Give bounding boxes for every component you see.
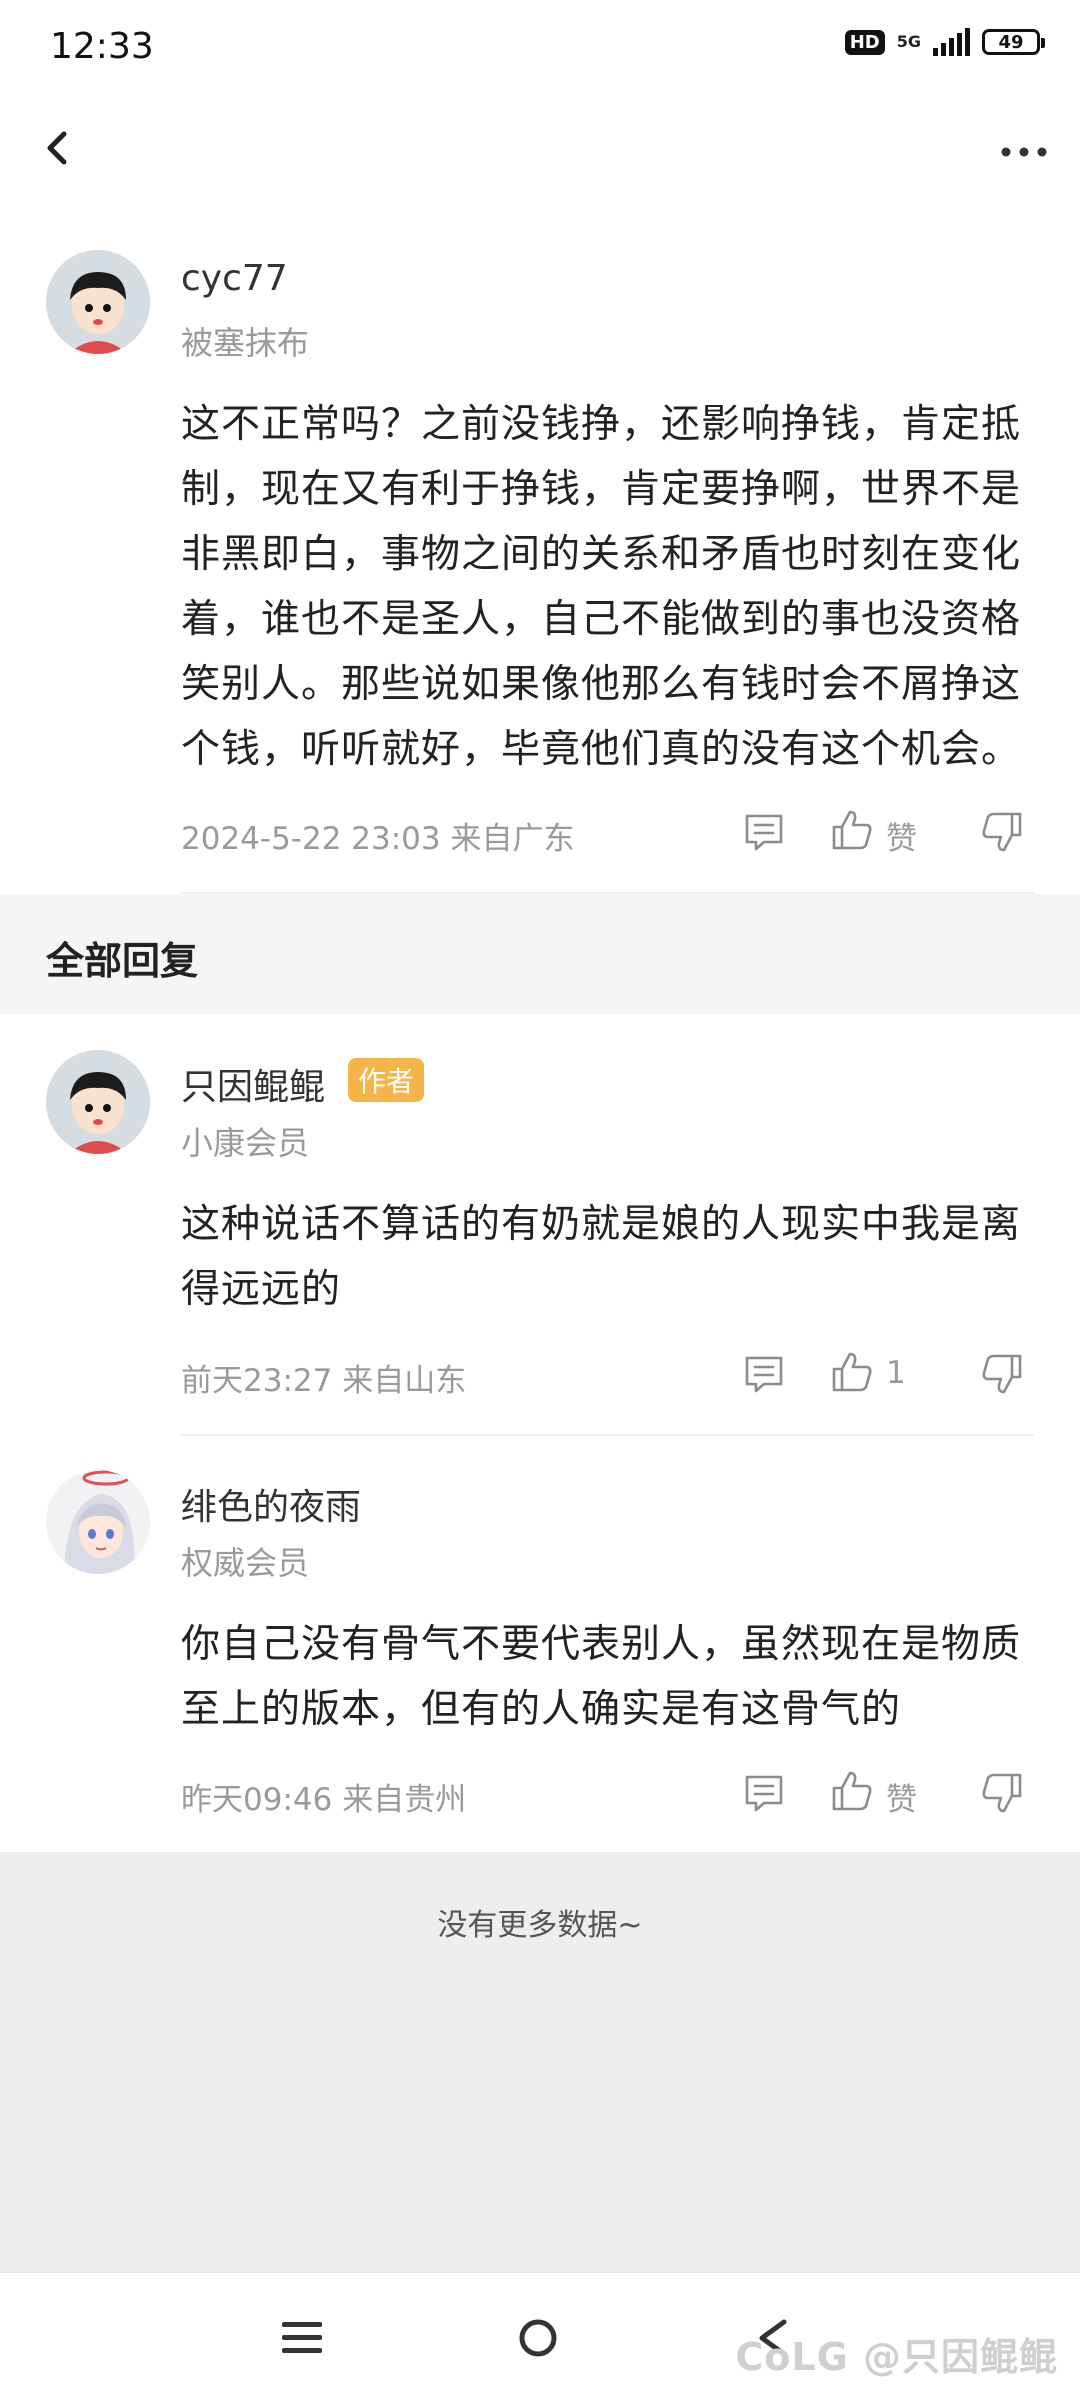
hd-indicator: HD (844, 29, 885, 55)
comment-icon (745, 1356, 783, 1393)
back-button[interactable] (38, 128, 78, 168)
comment-icon (745, 1775, 783, 1812)
thumbs-down-icon (982, 1354, 1022, 1394)
reply-button[interactable] (742, 1352, 786, 1396)
comment-meta: 2024-5-22 23:03 来自广东 (181, 821, 575, 857)
thumbs-down-icon (982, 812, 1022, 852)
menu-button[interactable] (280, 2318, 324, 2358)
author-badge: 作者 (348, 1058, 425, 1102)
like-count: 1 (886, 1355, 906, 1391)
member-level: 小康会员 (181, 1124, 310, 1162)
anime-avatar-icon (46, 1470, 150, 1574)
battery-level: 49 (998, 31, 1024, 53)
dislike-button[interactable] (980, 810, 1024, 854)
section-title: 全部回复 (46, 939, 199, 983)
comment-content: 这种说话不算话的有奶就是娘的人现实中我是离得远远的 (181, 1202, 1022, 1312)
username[interactable]: cyc77 (181, 258, 288, 299)
username[interactable]: 只因鲲鲲 (181, 1058, 325, 1110)
status-icons: HD 5G 49 (844, 28, 1045, 56)
comment-meta: 前天23:27 来自山东 (181, 1363, 467, 1399)
thumbs-up-icon (832, 1771, 872, 1811)
thumbs-down-icon (982, 1773, 1022, 1813)
home-circle-icon (519, 2319, 557, 2357)
like-button[interactable] (830, 1769, 874, 1813)
reply-button[interactable] (742, 1771, 786, 1815)
no-more-data-text: 没有更多数据~ (437, 1908, 643, 1943)
more-button[interactable] (998, 132, 1050, 172)
signal-icon (933, 28, 970, 56)
like-count: 赞 (886, 1782, 917, 1818)
cartoon-avatar-icon (46, 1050, 150, 1154)
comment-content: 这不正常吗？之前没钱挣，还影响挣钱，肯定抵制，现在又有利于挣钱，肯定要挣啊，世界… (181, 402, 1022, 772)
username[interactable]: 绯色的夜雨 (181, 1478, 361, 1530)
comment-icon (745, 814, 783, 851)
thumbs-up-icon (832, 810, 872, 850)
dislike-button[interactable] (980, 1352, 1024, 1396)
avatar[interactable] (46, 1050, 150, 1154)
avatar[interactable] (46, 250, 150, 354)
avatar[interactable] (46, 1470, 150, 1574)
comment-content: 你自己没有骨气不要代表别人，虽然现在是物质至上的版本，但有的人确实是有这骨气的 (181, 1622, 1022, 1732)
like-button[interactable] (830, 1350, 874, 1394)
menu-icon (282, 2322, 322, 2353)
thumbs-up-icon (832, 1352, 872, 1392)
network-type: 5G (896, 32, 921, 51)
status-time: 12:33 (50, 26, 154, 67)
watermark: CoLG @只因鲲鲲 (735, 2335, 1058, 2379)
chevron-left-icon (47, 131, 67, 165)
like-button[interactable] (830, 808, 874, 852)
member-level: 被塞抹布 (181, 324, 310, 362)
member-level: 权威会员 (181, 1544, 310, 1582)
battery-icon: 49 (982, 29, 1045, 55)
cartoon-avatar-icon (46, 250, 150, 354)
divider (181, 1434, 1034, 1436)
more-horizontal-icon (1001, 147, 1047, 157)
comment-meta: 昨天09:46 来自贵州 (181, 1782, 467, 1818)
home-button[interactable] (516, 2316, 560, 2360)
dislike-button[interactable] (980, 1771, 1024, 1815)
like-count: 赞 (886, 821, 917, 857)
reply-button[interactable] (742, 810, 786, 854)
